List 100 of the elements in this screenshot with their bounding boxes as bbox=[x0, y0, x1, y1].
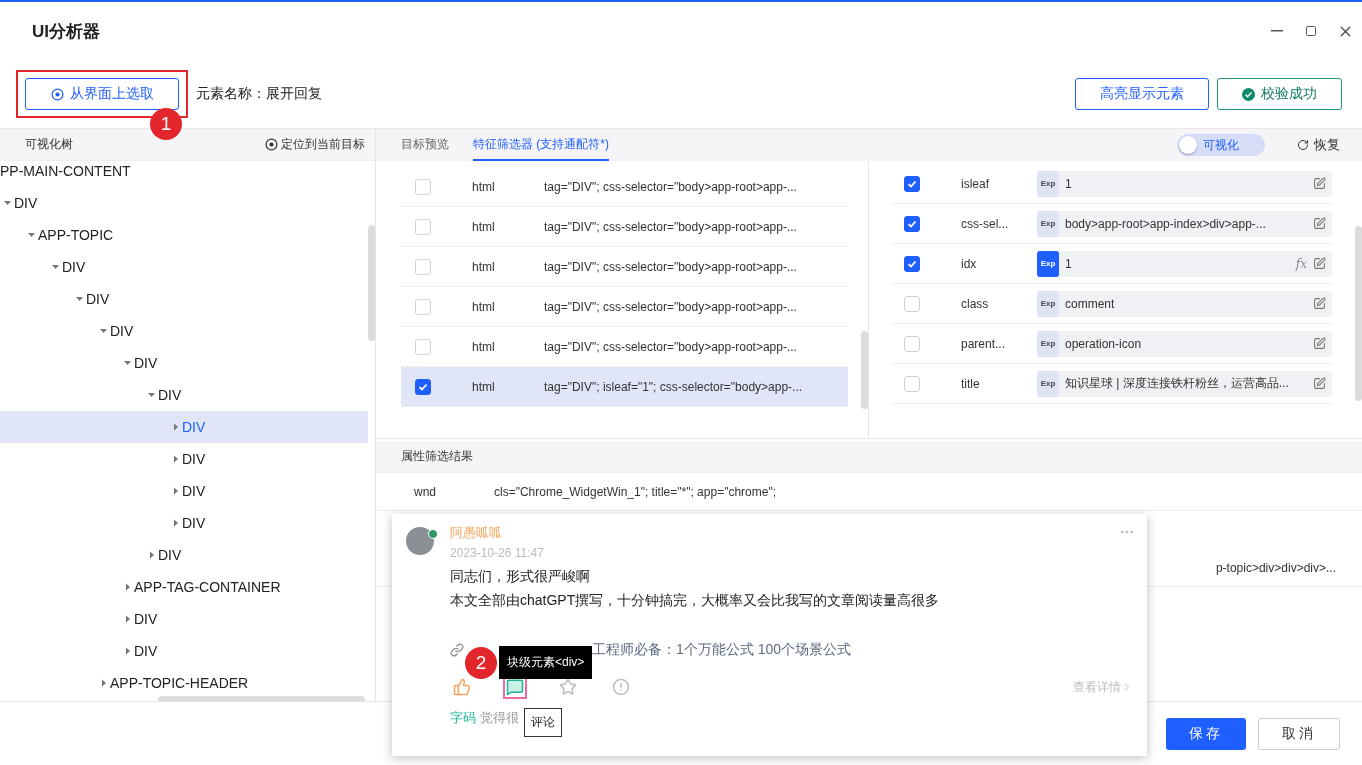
panel-title: 可视化树 bbox=[25, 136, 73, 153]
caret-down-icon[interactable] bbox=[98, 326, 110, 336]
input-field[interactable]: Exp comment bbox=[1037, 290, 1332, 317]
check-circle-icon bbox=[1242, 87, 1255, 101]
comment-text: 同志们，形式很严峻啊 bbox=[450, 567, 591, 586]
attribute-name: title bbox=[961, 376, 981, 391]
table-cell-text: html bbox=[472, 299, 496, 314]
maximize-icon bbox=[1305, 25, 1317, 37]
visualize-toggle[interactable]: 可视化 bbox=[1177, 134, 1265, 156]
scrollbar[interactable] bbox=[1355, 226, 1362, 401]
tree-item[interactable]: DIV bbox=[0, 315, 368, 347]
tooltip: 评论 bbox=[524, 708, 562, 737]
table-cell: tag="DIV"; isleaf="1"; css-selector="body>app-... bbox=[544, 379, 803, 394]
caret-down-icon[interactable] bbox=[2, 198, 14, 208]
edit-icon[interactable] bbox=[1313, 217, 1326, 230]
comment-text: 本文全部由chatGPT撰写，十分钟搞完，大概率又会比我写的文章阅读量高很多 bbox=[450, 591, 941, 610]
candidate-row[interactable]: html tag="DIV"; css-selector="body>app-root>app-... bbox=[401, 207, 848, 247]
table-cell: tag="DIV"; css-selector="body>app-root>app-... bbox=[544, 179, 797, 194]
checkbox[interactable] bbox=[904, 215, 920, 232]
caret-down-icon[interactable] bbox=[50, 262, 62, 272]
tree-item[interactable]: DIV bbox=[0, 603, 368, 635]
checkmark-icon bbox=[907, 258, 917, 269]
tree-item[interactable]: APP-TOPIC bbox=[0, 219, 368, 251]
locate-button[interactable]: 定位到当前目标 bbox=[265, 136, 365, 153]
tree-item[interactable]: DIV bbox=[0, 475, 368, 507]
tree-item[interactable]: DIV bbox=[0, 379, 368, 411]
tab[interactable]: 目标预览 bbox=[401, 129, 449, 161]
tree-item[interactable]: DIV bbox=[0, 251, 368, 283]
caret-down-icon[interactable] bbox=[26, 230, 38, 240]
candidate-row[interactable]: html tag="DIV"; css-selector="body>app-root>app-... bbox=[401, 167, 848, 207]
input-field[interactable]: Exp operation-icon bbox=[1037, 330, 1332, 357]
tree-item[interactable]: DIV bbox=[0, 539, 368, 571]
candidate-row[interactable]: html tag="DIV"; isleaf="1"; css-selector="body>app-... bbox=[401, 367, 848, 407]
section-title: 属性筛选结果 bbox=[401, 448, 473, 465]
checkbox[interactable] bbox=[415, 378, 431, 395]
checkbox[interactable] bbox=[904, 175, 920, 192]
tree-item[interactable]: DIV bbox=[0, 187, 368, 219]
exp-tag[interactable]: Exp bbox=[1037, 170, 1059, 197]
save-button[interactable]: 保存 bbox=[1166, 717, 1246, 750]
cancel-button[interactable]: 取消 bbox=[1258, 717, 1340, 750]
verify-button[interactable]: 校验成功 bbox=[1217, 78, 1342, 110]
table-cell-text: wnd bbox=[414, 484, 437, 499]
input-field[interactable]: Exp 知识星球 | 深度连接铁杆粉丝，运营高品... bbox=[1037, 370, 1332, 397]
tree-item[interactable]: APP-TAG-CONTAINER bbox=[0, 571, 368, 603]
table-cell: tag="DIV"; css-selector="body>app-root>app-... bbox=[544, 219, 797, 234]
edit-icon[interactable] bbox=[1313, 337, 1326, 350]
scrollbar[interactable] bbox=[861, 331, 868, 409]
table-cell-text: html bbox=[472, 219, 496, 234]
table-cell: tag="DIV"; css-selector="body>app-root>app-... bbox=[544, 299, 797, 314]
exp-tag[interactable]: Exp bbox=[1037, 210, 1059, 237]
table-cell: tag="DIV"; css-selector="body>app-root>app-... bbox=[544, 339, 797, 354]
candidate-row[interactable]: html tag="DIV"; css-selector="body>app-root>app-... bbox=[401, 287, 848, 327]
table-cell-text: html bbox=[472, 379, 496, 394]
attribute-name: class bbox=[961, 296, 990, 311]
input-field[interactable]: Exp 1 bbox=[1037, 170, 1332, 197]
table-cell: p-topic>div>div>div>... bbox=[1215, 560, 1336, 575]
highlight-button[interactable]: 高亮显示元素 bbox=[1075, 78, 1209, 110]
scrollbar[interactable] bbox=[368, 225, 375, 341]
attribute-name: idx bbox=[961, 256, 978, 271]
caret-down-icon[interactable] bbox=[122, 358, 134, 368]
edit-icon[interactable] bbox=[1313, 257, 1326, 270]
tree-item[interactable]: DIV bbox=[0, 411, 368, 443]
candidate-row[interactable]: html tag="DIV"; css-selector="body>app-root>app-... bbox=[401, 247, 848, 287]
tree-item[interactable]: DIV bbox=[0, 507, 368, 539]
target-icon bbox=[265, 138, 278, 151]
exp-tag[interactable]: Exp bbox=[1037, 250, 1059, 277]
window-title: UI分析器 bbox=[32, 20, 101, 43]
tab[interactable]: 特征筛选器 (支持通配符*) bbox=[473, 129, 609, 161]
tree-item[interactable]: DIV bbox=[0, 443, 368, 475]
table-cell-text: html bbox=[472, 259, 496, 274]
tooltip: 块级元素<div> bbox=[499, 646, 593, 679]
checkbox[interactable] bbox=[904, 255, 920, 272]
edit-icon[interactable] bbox=[1313, 297, 1326, 310]
timestamp: 2023-10-26 11:47 bbox=[450, 546, 545, 560]
attribute-name: isleaf bbox=[961, 176, 990, 191]
caret-down-icon[interactable] bbox=[146, 390, 158, 400]
input-field[interactable]: Exp body>app-root>app-index>div>app-... bbox=[1037, 210, 1332, 237]
table-cell-text: html bbox=[472, 339, 496, 354]
restore-button[interactable]: 恢复 bbox=[1297, 136, 1340, 154]
minimize-icon bbox=[1271, 30, 1283, 32]
table-cell-text: html bbox=[472, 179, 496, 194]
element-name: 元素名称：展开回复 bbox=[196, 85, 322, 103]
reply-text: 觉得很 bbox=[480, 709, 519, 727]
exp-tag[interactable]: Exp bbox=[1037, 290, 1059, 317]
edit-icon[interactable] bbox=[1313, 377, 1326, 390]
attribute-name: parent... bbox=[961, 336, 1007, 351]
tree-item[interactable]: PP-MAIN-CONTENT bbox=[0, 155, 368, 187]
input-field[interactable]: Exp 1 fx bbox=[1037, 250, 1332, 277]
link-title[interactable]: 工程师必备：1个万能公式 100个场景公式 bbox=[592, 641, 852, 659]
tree-item[interactable]: DIV bbox=[0, 347, 368, 379]
pick-button[interactable]: 从界面上选取 bbox=[25, 78, 179, 110]
caret-down-icon[interactable] bbox=[74, 294, 86, 304]
tree-item[interactable]: DIV bbox=[0, 635, 368, 667]
tree-item[interactable]: APP-TOPIC-HEADER bbox=[0, 667, 368, 699]
exp-tag[interactable]: Exp bbox=[1037, 330, 1059, 357]
edit-icon[interactable] bbox=[1313, 177, 1326, 190]
tree-item[interactable]: DIV bbox=[0, 283, 368, 315]
table-cell: cls="Chrome_WidgetWin_1"; title="*"; app="chrome"; bbox=[494, 484, 776, 499]
step-marker: 2 bbox=[465, 647, 497, 679]
exp-tag[interactable]: Exp bbox=[1037, 370, 1059, 397]
